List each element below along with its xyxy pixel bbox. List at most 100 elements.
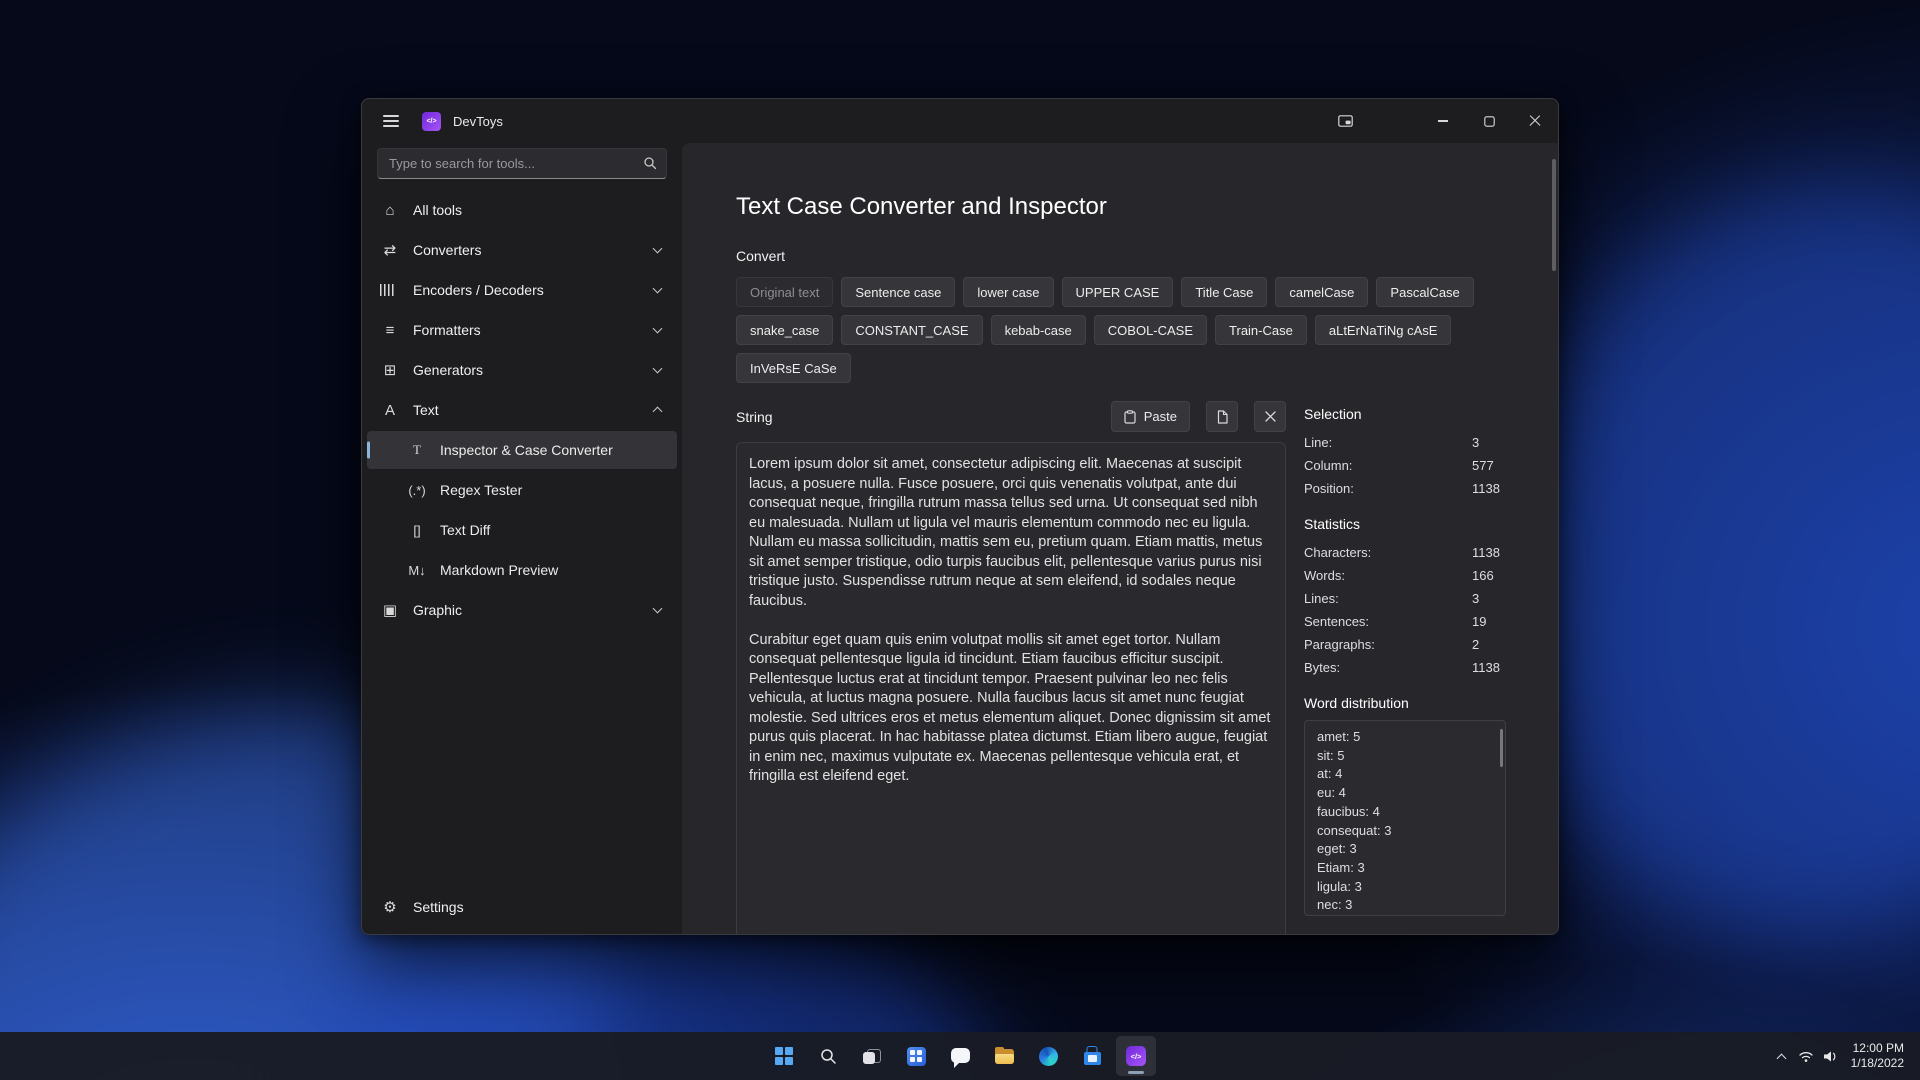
taskbar-center: </> bbox=[764, 1036, 1156, 1076]
minimize-icon bbox=[1438, 120, 1448, 122]
string-input[interactable] bbox=[736, 442, 1286, 934]
taskbar: </> 12:00 PM 1/18/2022 bbox=[0, 1032, 1920, 1080]
word-distribution-item: Etiam: 3 bbox=[1317, 859, 1365, 875]
start-button[interactable] bbox=[764, 1036, 804, 1076]
scrollbar-thumb[interactable] bbox=[1500, 729, 1503, 767]
file-explorer-button[interactable] bbox=[984, 1036, 1024, 1076]
case-button-title-case[interactable]: Title Case bbox=[1181, 277, 1268, 307]
word-distribution-item: eget: 3 bbox=[1317, 841, 1357, 857]
scrollbar-thumb[interactable] bbox=[1552, 159, 1556, 271]
store-button[interactable] bbox=[1072, 1036, 1112, 1076]
lines-icon: ≡ bbox=[385, 321, 395, 339]
stat-row: Characters: 1138 bbox=[1304, 545, 1500, 560]
word-distribution-item: at: 4 bbox=[1317, 766, 1343, 782]
volume-icon bbox=[1823, 1051, 1836, 1061]
page-title: Text Case Converter and Inspector bbox=[736, 193, 1107, 220]
sidebar-item-settings[interactable]: ⚙ Settings bbox=[367, 888, 677, 926]
sidebar-item-text[interactable]: A Text bbox=[367, 391, 677, 429]
case-button-camel-case[interactable]: camelCase bbox=[1275, 277, 1369, 307]
wifi-icon bbox=[1798, 1051, 1813, 1062]
maximize-button[interactable] bbox=[1466, 99, 1512, 143]
sidebar-item-markdown-preview[interactable]: M↓ Markdown Preview bbox=[367, 551, 677, 589]
chevron-down-icon bbox=[652, 363, 663, 374]
chat-icon bbox=[950, 1047, 970, 1068]
task-view-icon bbox=[863, 1048, 881, 1064]
case-button-alternating-case[interactable]: aLtErNaTiNg cAsE bbox=[1314, 315, 1452, 345]
word-distribution-item: consequat: 3 bbox=[1317, 822, 1392, 838]
case-button-constant-case[interactable]: CONSTANT_CASE bbox=[841, 315, 983, 345]
stat-row: Words: 166 bbox=[1304, 568, 1494, 583]
sidebar-item-generators[interactable]: ⊞ Generators bbox=[367, 351, 677, 389]
sidebar-item-label: Settings bbox=[413, 899, 464, 915]
hamburger-icon bbox=[383, 120, 399, 122]
minimize-button[interactable] bbox=[1420, 99, 1466, 143]
search-input[interactable] bbox=[377, 148, 667, 179]
convert-section-label: Convert bbox=[736, 248, 786, 264]
sidebar-item-converters[interactable]: ⇄ Converters bbox=[367, 231, 677, 269]
file-icon bbox=[1217, 409, 1228, 424]
clock-date: 1/18/2022 bbox=[1850, 1056, 1904, 1070]
open-file-button[interactable] bbox=[1206, 401, 1238, 432]
case-button-original-text[interactable]: Original text bbox=[736, 277, 834, 307]
sidebar-item-formatters[interactable]: ≡ Formatters bbox=[367, 311, 677, 349]
sidebar-item-text-diff[interactable]: [] Text Diff bbox=[367, 511, 677, 549]
convert-button-row: snake_case CONSTANT_CASE kebab-case COBO… bbox=[736, 315, 1558, 345]
chevron-down-icon bbox=[652, 323, 663, 334]
compact-overlay-icon bbox=[1337, 115, 1353, 127]
word-distribution-list[interactable]: amet: 5 sit: 5 at: 4 eu: 4 faucibus: 4 c… bbox=[1304, 720, 1506, 916]
sidebar-item-label: All tools bbox=[413, 202, 463, 218]
home-icon: ⌂ bbox=[385, 201, 395, 219]
text-t-icon: T bbox=[413, 442, 421, 457]
sidebar-item-regex-tester[interactable]: (.*) Regex Tester bbox=[367, 471, 677, 509]
stat-row: Sentences: 19 bbox=[1304, 614, 1487, 629]
devtoys-taskbar-button[interactable]: </> bbox=[1116, 1036, 1156, 1076]
widgets-button[interactable] bbox=[896, 1036, 936, 1076]
chat-button[interactable] bbox=[940, 1036, 980, 1076]
swap-icon: ⇄ bbox=[383, 242, 397, 259]
statistics-title: Statistics bbox=[1304, 516, 1361, 532]
sidebar-item-encoders-decoders[interactable]: Encoders / Decoders bbox=[367, 271, 677, 309]
menu-button[interactable] bbox=[368, 99, 414, 143]
case-button-upper-case[interactable]: UPPER CASE bbox=[1061, 277, 1174, 307]
case-button-cobol-case[interactable]: COBOL-CASE bbox=[1093, 315, 1208, 345]
stat-row: Bytes: 1138 bbox=[1304, 660, 1500, 675]
taskbar-search-button[interactable] bbox=[808, 1036, 848, 1076]
task-view-button[interactable] bbox=[852, 1036, 892, 1076]
store-icon bbox=[1083, 1051, 1101, 1065]
string-section-label: String bbox=[736, 408, 773, 425]
case-button-lower-case[interactable]: lower case bbox=[963, 277, 1054, 307]
paste-button[interactable]: Paste bbox=[1110, 401, 1190, 432]
chevron-down-icon bbox=[652, 283, 663, 294]
word-distribution-item: amet: 5 bbox=[1317, 729, 1361, 744]
clock-time: 12:00 PM bbox=[1852, 1041, 1904, 1055]
system-tray: 12:00 PM 1/18/2022 bbox=[1776, 1032, 1904, 1080]
statistics-rows: Characters: 1138 Words: 166 Lines: 3 Sen… bbox=[1304, 541, 1506, 679]
sidebar-item-graphic[interactable]: ▣ Graphic bbox=[367, 591, 677, 629]
case-button-snake-case[interactable]: snake_case bbox=[736, 315, 834, 345]
hidden-icons-chevron-icon[interactable] bbox=[1776, 1053, 1787, 1063]
folder-icon bbox=[994, 1046, 1014, 1064]
compact-overlay-button[interactable] bbox=[1322, 99, 1368, 143]
sidebar-item-label: Graphic bbox=[413, 602, 463, 618]
sidebar-item-label: Markdown Preview bbox=[440, 562, 559, 578]
tray-status-icons[interactable] bbox=[1798, 1050, 1838, 1063]
chevron-down-icon bbox=[652, 603, 663, 614]
case-button-train-case[interactable]: Train-Case bbox=[1215, 315, 1307, 345]
markdown-icon: M↓ bbox=[408, 562, 426, 578]
edge-button[interactable] bbox=[1028, 1036, 1068, 1076]
sidebar-item-inspector-case-converter[interactable]: T Inspector & Case Converter bbox=[367, 431, 677, 469]
case-button-pascal-case[interactable]: PascalCase bbox=[1376, 277, 1474, 307]
clear-button[interactable] bbox=[1254, 401, 1286, 432]
sidebar-item-all-tools[interactable]: ⌂ All tools bbox=[367, 191, 677, 229]
case-button-sentence-case[interactable]: Sentence case bbox=[841, 277, 956, 307]
regex-icon: (.*) bbox=[408, 482, 426, 498]
sidebar-item-label: Regex Tester bbox=[440, 482, 523, 498]
taskbar-clock[interactable]: 12:00 PM 1/18/2022 bbox=[1851, 1041, 1904, 1071]
search-box bbox=[377, 148, 667, 179]
sidebar-item-label: Formatters bbox=[413, 322, 481, 338]
case-button-kebab-case[interactable]: kebab-case bbox=[990, 315, 1086, 345]
main-content: Text Case Converter and Inspector Conver… bbox=[682, 143, 1558, 934]
case-button-inverse-case[interactable]: InVeRsE CaSe bbox=[736, 353, 851, 383]
close-button[interactable] bbox=[1512, 99, 1558, 143]
search-icon bbox=[643, 156, 657, 175]
